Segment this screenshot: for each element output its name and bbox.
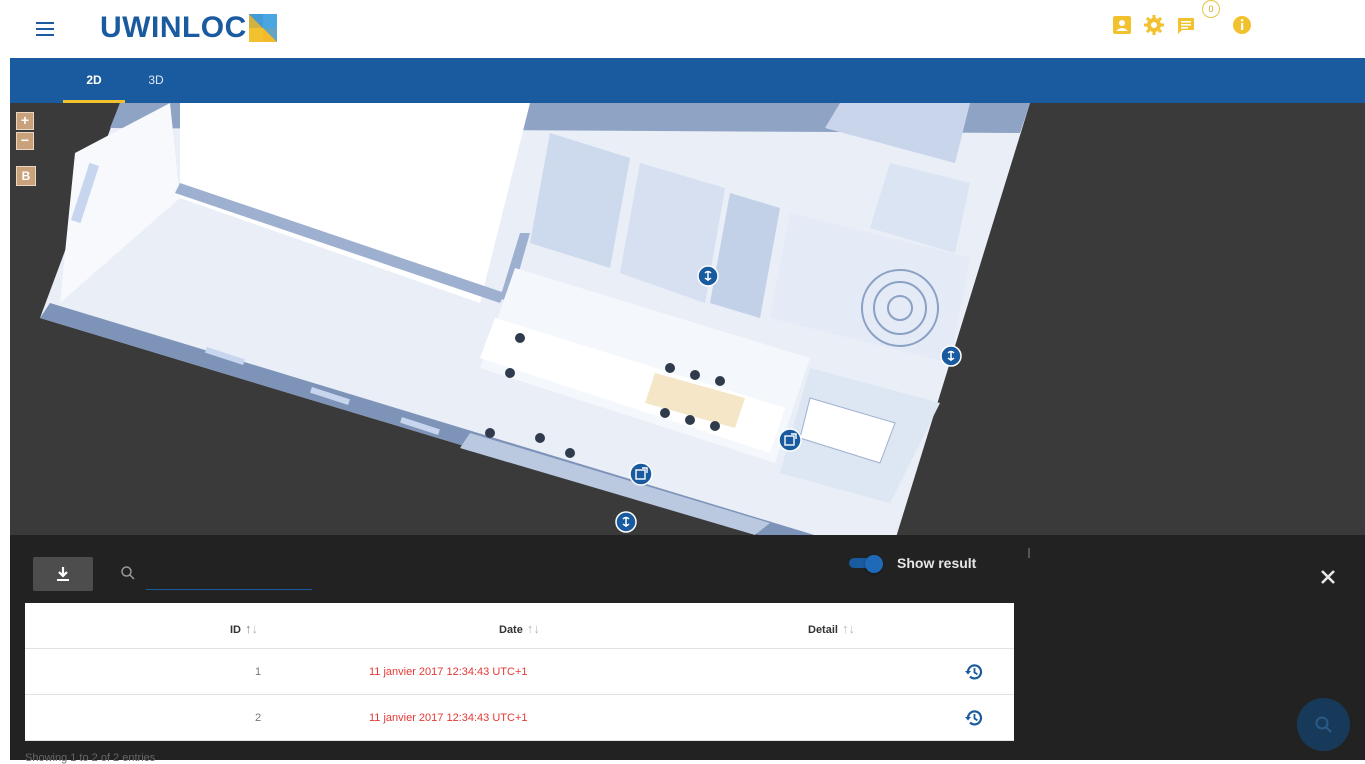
table-info: Showing 1 to 2 of 2 entries xyxy=(25,752,156,764)
table-row[interactable]: 2 11 janvier 2017 12:34:43 UTC+1 xyxy=(25,695,1014,741)
floor-plan-map[interactable] xyxy=(10,103,1365,535)
download-icon xyxy=(57,567,69,581)
tag-icon[interactable] xyxy=(778,428,802,452)
beacon-icon[interactable] xyxy=(940,345,962,367)
close-icon[interactable] xyxy=(1318,567,1338,587)
show-result-label: Show result xyxy=(897,555,977,571)
logo-mark-icon xyxy=(248,14,277,42)
beacon-icon[interactable] xyxy=(697,265,719,287)
header-toolbar xyxy=(1111,14,1253,36)
column-header-id[interactable]: ID ↑↓ xyxy=(230,603,258,649)
table-row[interactable]: 1 11 janvier 2017 12:34:43 UTC+1 xyxy=(25,649,1014,695)
gear-icon[interactable] xyxy=(1143,14,1165,36)
tab-2d[interactable]: 2D xyxy=(63,58,125,103)
beacon-icon[interactable] xyxy=(615,511,637,533)
zoom-in-button[interactable]: + xyxy=(16,112,34,130)
search-input[interactable] xyxy=(146,560,312,590)
column-header-detail[interactable]: Detail ↑↓ xyxy=(808,603,855,649)
tag-icon[interactable] xyxy=(629,462,653,486)
sort-icon: ↑↓ xyxy=(841,621,855,636)
cell-id: 2 xyxy=(255,712,262,724)
divider xyxy=(1028,548,1030,558)
search-icon xyxy=(1315,716,1332,733)
notification-badge: 0 xyxy=(1202,0,1220,18)
base-layer-button[interactable]: B xyxy=(16,166,36,186)
cell-date: 11 janvier 2017 12:34:43 UTC+1 xyxy=(369,666,528,678)
sort-icon: ↑↓ xyxy=(245,621,258,636)
download-button[interactable] xyxy=(33,557,93,591)
history-icon[interactable] xyxy=(964,708,984,728)
search-fab-button[interactable] xyxy=(1297,698,1350,751)
sort-icon: ↑↓ xyxy=(526,621,540,636)
zoom-control: + − xyxy=(16,112,34,150)
show-result-toggle[interactable] xyxy=(849,555,883,573)
results-table: ID ↑↓ Date ↑↓ Detail ↑↓ 1 11 janvier 2017 1… xyxy=(25,603,1014,741)
tab-3d[interactable]: 3D xyxy=(125,58,187,103)
column-header-date[interactable]: Date ↑↓ xyxy=(499,603,540,649)
view-tabbar: 2D 3D xyxy=(10,58,1365,103)
cell-date: 11 janvier 2017 12:34:43 UTC+1 xyxy=(369,712,528,724)
history-icon[interactable] xyxy=(964,662,984,682)
floor-plan-image xyxy=(40,103,1030,535)
logo-text: UWINLOC xyxy=(100,11,247,44)
zoom-out-button[interactable]: − xyxy=(16,132,34,150)
cell-id: 1 xyxy=(255,666,262,678)
hamburger-menu-icon[interactable] xyxy=(36,22,54,36)
app-header: UWINLOC 0 xyxy=(0,0,1365,58)
search-icon xyxy=(121,566,135,580)
app-logo[interactable]: UWINLOC xyxy=(100,10,277,46)
contact-card-icon[interactable] xyxy=(1111,14,1133,36)
table-header: ID ↑↓ Date ↑↓ Detail ↑↓ xyxy=(25,603,1014,649)
info-icon[interactable] xyxy=(1231,14,1253,36)
message-icon[interactable] xyxy=(1175,14,1197,36)
